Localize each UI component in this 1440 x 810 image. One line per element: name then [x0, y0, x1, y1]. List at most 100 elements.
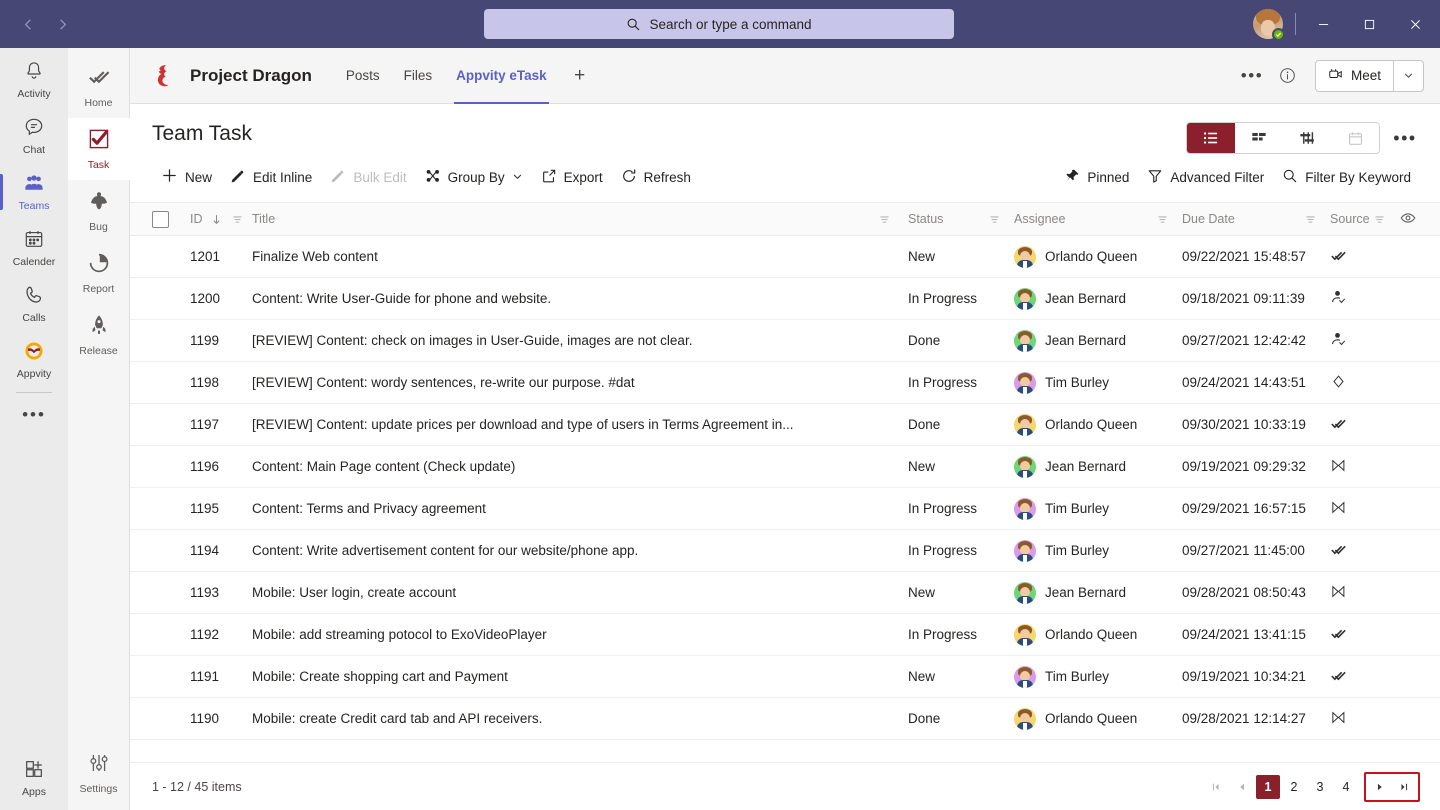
column-header-status[interactable]: Status	[908, 212, 1014, 226]
table-row[interactable]: 1197[REVIEW] Content: update prices per …	[130, 404, 1440, 446]
timeline-view-icon[interactable]	[1283, 123, 1331, 153]
cell-title[interactable]: [REVIEW] Content: update prices per down…	[252, 417, 908, 432]
cell-title[interactable]: [REVIEW] Content: wordy sentences, re-wr…	[252, 375, 908, 390]
advanced-filter-button[interactable]: Advanced Filter	[1138, 163, 1273, 192]
table-row[interactable]: 1201Finalize Web contentNewOrlando Queen…	[130, 236, 1440, 278]
close-button[interactable]	[1392, 0, 1438, 48]
new-button[interactable]: New	[152, 162, 221, 192]
table-row[interactable]: 1190Mobile: create Credit card tab and A…	[130, 698, 1440, 740]
eye-icon[interactable]	[1400, 210, 1416, 229]
last-page-icon[interactable]	[1392, 775, 1416, 799]
double-check-icon	[1330, 625, 1347, 645]
table-row[interactable]: 1192Mobile: add streaming potocol to Exo…	[130, 614, 1440, 656]
prev-page-icon[interactable]	[1230, 775, 1254, 799]
sort-down-icon[interactable]	[211, 214, 222, 225]
pinned-button[interactable]: Pinned	[1055, 163, 1138, 192]
column-filter-icon[interactable]	[879, 214, 890, 225]
view-more-button[interactable]: •••	[1390, 123, 1420, 153]
cell-title[interactable]: [REVIEW] Content: check on images in Use…	[252, 333, 908, 348]
table-row[interactable]: 1198[REVIEW] Content: wordy sentences, r…	[130, 362, 1440, 404]
column-header-source[interactable]: Source	[1330, 212, 1400, 226]
bulk-edit-button[interactable]: Bulk Edit	[321, 163, 415, 192]
etask-item-release[interactable]: Release	[68, 304, 130, 366]
meet-button[interactable]: Meet	[1316, 61, 1393, 91]
cell-title[interactable]: Mobile: Create shopping cart and Payment	[252, 669, 908, 684]
etask-item-task[interactable]: Task	[68, 118, 130, 180]
sidebar-item-activity[interactable]: Activity	[0, 52, 68, 108]
list-view-icon[interactable]	[1187, 123, 1235, 153]
calendar-view-icon[interactable]	[1331, 123, 1379, 153]
chevron-down-icon[interactable]	[1393, 61, 1423, 91]
cell-title[interactable]: Mobile: add streaming potocol to ExoVide…	[252, 627, 908, 642]
table-row[interactable]: 1199[REVIEW] Content: check on images in…	[130, 320, 1440, 362]
sidebar-item-apps[interactable]: Apps	[0, 750, 68, 806]
search-input[interactable]: Search or type a command	[484, 9, 954, 39]
first-page-icon[interactable]	[1204, 775, 1228, 799]
bell-icon	[23, 60, 45, 87]
table-row[interactable]: 1200Content: Write User-Guide for phone …	[130, 278, 1440, 320]
column-filter-icon[interactable]	[989, 214, 1000, 225]
column-filter-icon[interactable]	[1157, 214, 1168, 225]
sidebar-item-appvity[interactable]: Appvity	[0, 332, 68, 388]
etask-rail: Home Task Bug Report	[68, 48, 130, 810]
column-header-title[interactable]: Title	[252, 212, 908, 226]
cell-title[interactable]: Content: Write advertisement content for…	[252, 543, 908, 558]
table-row[interactable]: 1191Mobile: Create shopping cart and Pay…	[130, 656, 1440, 698]
assignee-name: Tim Burley	[1045, 501, 1109, 516]
tab-files[interactable]: Files	[392, 48, 445, 104]
filter-by-keyword-button[interactable]: Filter By Keyword	[1273, 163, 1420, 192]
global-search[interactable]: Search or type a command	[484, 9, 954, 39]
cell-id: 1193	[190, 585, 252, 600]
board-view-icon[interactable]	[1235, 123, 1283, 153]
add-tab-button[interactable]: +	[565, 61, 595, 91]
cell-title[interactable]: Finalize Web content	[252, 249, 908, 264]
refresh-button[interactable]: Refresh	[612, 163, 700, 192]
cell-title[interactable]: Mobile: User login, create account	[252, 585, 908, 600]
rail-more-button[interactable]: •••	[0, 395, 68, 435]
column-header-id[interactable]: ID	[190, 212, 252, 226]
back-button[interactable]	[12, 8, 44, 40]
edit-inline-button[interactable]: Edit Inline	[221, 163, 321, 192]
column-visibility-cell[interactable]	[1400, 210, 1440, 229]
group-by-icon	[425, 168, 441, 187]
next-page-icon[interactable]	[1368, 775, 1392, 799]
group-by-button[interactable]: Group By	[416, 163, 532, 192]
table-row[interactable]: 1195Content: Terms and Privacy agreement…	[130, 488, 1440, 530]
table-row[interactable]: 1196Content: Main Page content (Check up…	[130, 446, 1440, 488]
column-header-status-label: Status	[908, 212, 943, 226]
page-2-button[interactable]: 2	[1282, 775, 1306, 799]
export-button[interactable]: Export	[532, 163, 612, 192]
etask-item-settings[interactable]: Settings	[68, 742, 130, 804]
sidebar-item-calender[interactable]: Calender	[0, 220, 68, 276]
page-4-button[interactable]: 4	[1334, 775, 1358, 799]
tab-appvity-etask[interactable]: Appvity eTask	[444, 48, 559, 104]
table-row[interactable]: 1194Content: Write advertisement content…	[130, 530, 1440, 572]
table-row[interactable]: 1193Mobile: User login, create accountNe…	[130, 572, 1440, 614]
etask-item-report[interactable]: Report	[68, 242, 130, 304]
minimize-button[interactable]	[1300, 0, 1346, 48]
column-header-due-date[interactable]: Due Date	[1182, 212, 1330, 226]
cell-title[interactable]: Mobile: create Credit card tab and API r…	[252, 711, 908, 726]
forward-button[interactable]	[46, 8, 78, 40]
cell-title[interactable]: Content: Write User-Guide for phone and …	[252, 291, 908, 306]
cell-title[interactable]: Content: Terms and Privacy agreement	[252, 501, 908, 516]
column-filter-icon[interactable]	[1374, 214, 1385, 225]
select-all-checkbox[interactable]	[152, 211, 169, 228]
maximize-button[interactable]	[1346, 0, 1392, 48]
info-circle-icon[interactable]	[1273, 61, 1303, 91]
cell-title[interactable]: Content: Main Page content (Check update…	[252, 459, 908, 474]
etask-item-bug[interactable]: Bug	[68, 180, 130, 242]
column-filter-icon[interactable]	[232, 214, 243, 225]
etask-item-home[interactable]: Home	[68, 56, 130, 118]
channel-more-button[interactable]: •••	[1237, 61, 1267, 91]
settings-sliders-icon	[87, 751, 111, 780]
page-1-button[interactable]: 1	[1256, 775, 1280, 799]
avatar[interactable]	[1253, 9, 1283, 39]
column-header-assignee[interactable]: Assignee	[1014, 212, 1182, 226]
sidebar-item-teams[interactable]: Teams	[0, 164, 68, 220]
sidebar-item-chat[interactable]: Chat	[0, 108, 68, 164]
column-filter-icon[interactable]	[1305, 214, 1316, 225]
tab-posts[interactable]: Posts	[334, 48, 392, 104]
sidebar-item-calls[interactable]: Calls	[0, 276, 68, 332]
page-3-button[interactable]: 3	[1308, 775, 1332, 799]
